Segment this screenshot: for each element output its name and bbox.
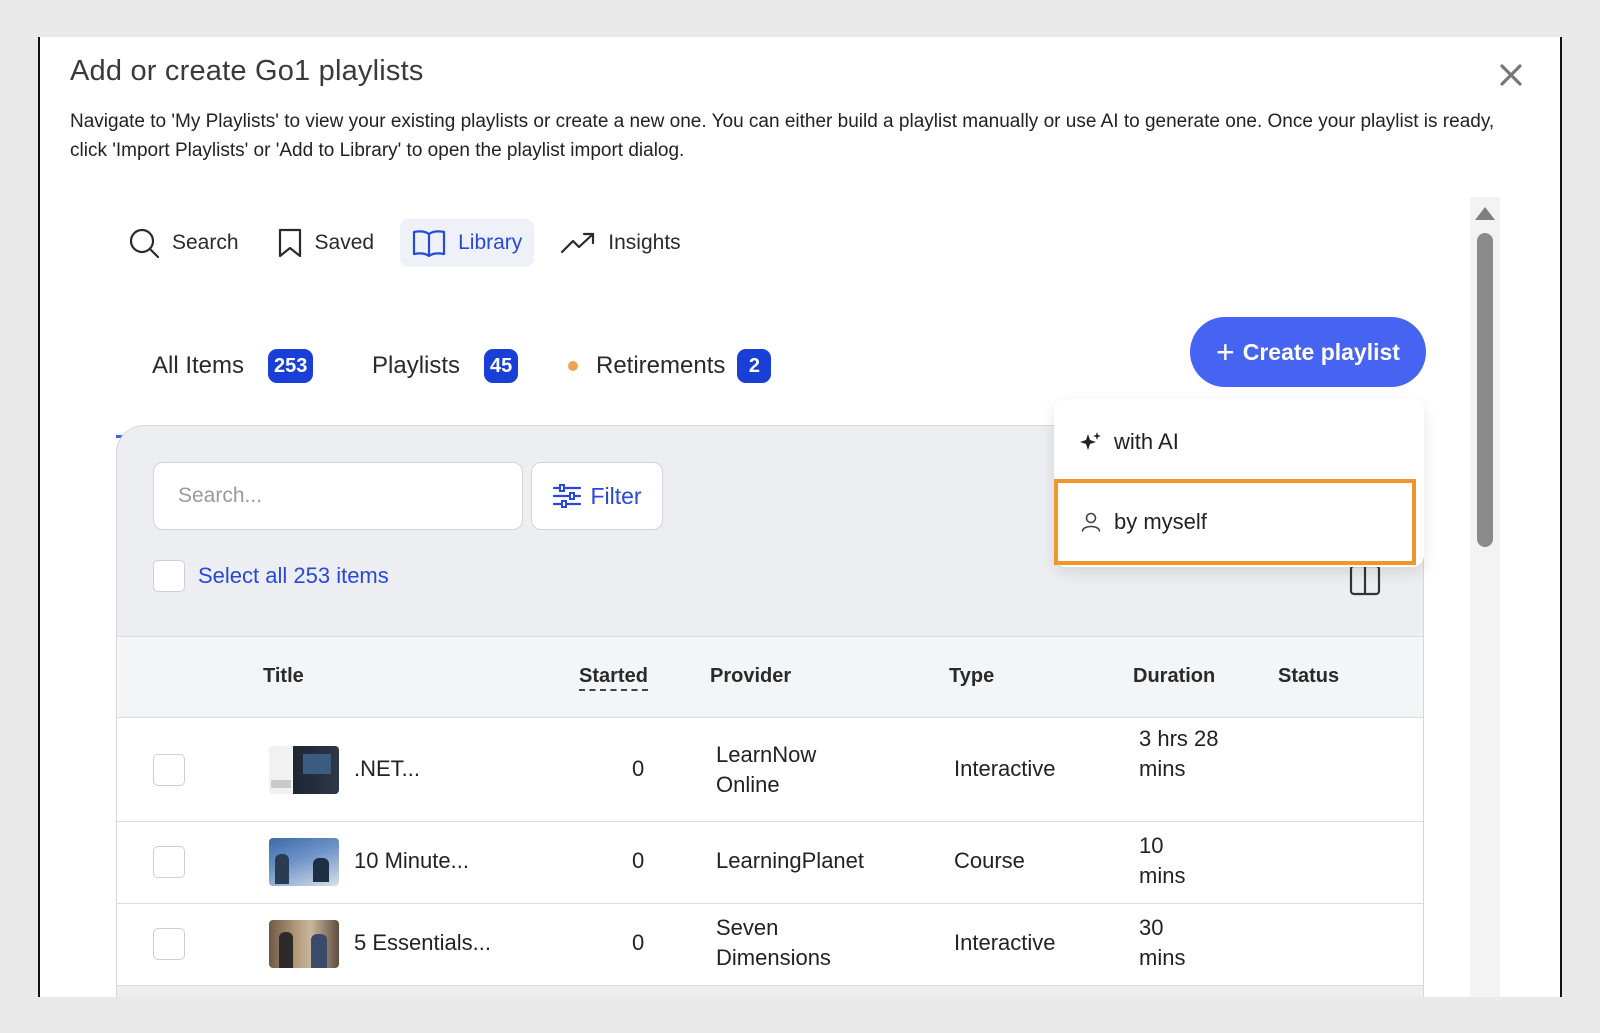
tab-retirements[interactable]: Retirements 2 [568,349,772,383]
select-all-label[interactable]: Select all 253 items [198,563,389,589]
close-button[interactable] [1495,59,1527,91]
top-nav: Search Saved Library Insights [116,219,707,267]
row-duration: 10 mins [1139,833,1186,888]
scroll-up-arrow-icon[interactable] [1475,207,1495,220]
close-icon [1500,64,1522,86]
tab-playlists[interactable]: Playlists 45 [372,349,519,383]
row-title[interactable]: 5 Essentials... [354,928,491,958]
row-type: Interactive [954,756,1056,781]
table-header: Title Started Provider Type Duration Sta… [117,636,1423,718]
menu-item-by-myself[interactable]: by myself [1054,479,1416,565]
menu-item-with-ai[interactable]: with AI [1054,411,1424,473]
items-table: Title Started Provider Type Duration Sta… [117,636,1423,986]
row-title[interactable]: .NET... [354,754,420,784]
nav-search-label: Search [172,231,239,254]
row-started: 0 [632,848,645,873]
content-tabs: All Items 253 Playlists 45 Retirements 2 [115,329,846,439]
retirement-dot-icon [568,361,578,371]
tab-retirements-label: Retirements [596,352,726,379]
header-started[interactable]: Started [579,665,648,691]
columns-button[interactable] [1349,564,1381,601]
columns-icon [1349,564,1381,596]
nav-library[interactable]: Library [400,219,535,267]
table-row[interactable]: 10 Minute... 0 LearningPlanet Course 10 … [117,822,1423,904]
row-duration: 3 hrs 28 mins [1139,726,1219,781]
select-all[interactable]: Select all 253 items [153,560,389,592]
create-playlist-label: Create playlist [1242,338,1400,365]
create-playlist-button[interactable]: + Create playlist [1190,317,1426,387]
dialog-description: Navigate to 'My Playlists' to view your … [70,111,1495,161]
select-all-checkbox[interactable] [153,560,185,592]
course-thumbnail [269,838,339,886]
nav-search[interactable]: Search [116,219,251,267]
course-thumbnail [269,920,339,968]
header-provider: Provider [710,665,792,687]
header-status: Status [1278,665,1340,687]
row-started: 0 [632,756,645,781]
row-type: Course [954,848,1025,873]
row-checkbox[interactable] [153,928,185,960]
filter-button[interactable]: Filter [531,462,663,530]
row-checkbox[interactable] [153,846,185,878]
dialog-title: Add or create Go1 playlists [70,55,424,87]
header-type: Type [949,665,995,687]
plus-icon: + [1216,334,1235,370]
row-provider: LearningPlanet [716,848,865,873]
row-title[interactable]: 10 Minute... [354,846,469,876]
nav-saved[interactable]: Saved [265,219,387,267]
bookmark-icon [278,228,301,258]
course-thumbnail [269,746,339,794]
sparkles-icon [1080,432,1101,450]
table-row[interactable]: .NET... 0 LearnNow Online Interactive 3 … [117,718,1423,822]
tab-all-items[interactable]: All Items 253 [115,349,340,438]
dialog-scrollbar[interactable] [1470,197,1500,997]
row-duration: 30 mins [1139,915,1186,970]
row-type: Interactive [954,930,1056,955]
row-provider: Seven Dimensions [716,915,831,970]
header-title: Title [263,665,304,687]
menu-item-with-ai-label: with AI [1114,429,1179,454]
book-open-icon [412,230,446,258]
playlist-dialog: Add or create Go1 playlists Navigate to … [38,37,1562,997]
menu-item-by-myself-label: by myself [1114,509,1207,534]
tab-playlists-label: Playlists [372,352,461,379]
sliders-icon [553,484,582,508]
nav-library-label: Library [458,231,523,254]
trending-up-icon [561,232,595,254]
scrollbar-thumb[interactable] [1477,233,1493,547]
table-row[interactable]: 5 Essentials... 0 Seven Dimensions Inter… [117,904,1423,986]
header-duration: Duration [1133,665,1216,687]
search-icon [129,228,160,259]
row-started: 0 [632,930,645,955]
row-checkbox[interactable] [153,754,185,786]
tab-retirements-count: 2 [737,349,772,383]
user-icon [1081,512,1101,532]
create-playlist-menu: with AI by myself [1054,399,1424,567]
tab-all-items-label: All Items [152,352,245,379]
nav-insights[interactable]: Insights [548,219,692,267]
filter-label: Filter [590,482,642,509]
nav-insights-label: Insights [608,231,681,254]
tab-all-items-count: 253 [268,349,314,383]
nav-saved-label: Saved [314,231,375,254]
tab-playlists-count: 45 [484,349,519,383]
items-search-input[interactable] [153,462,523,530]
row-provider: LearnNow Online [716,742,817,797]
